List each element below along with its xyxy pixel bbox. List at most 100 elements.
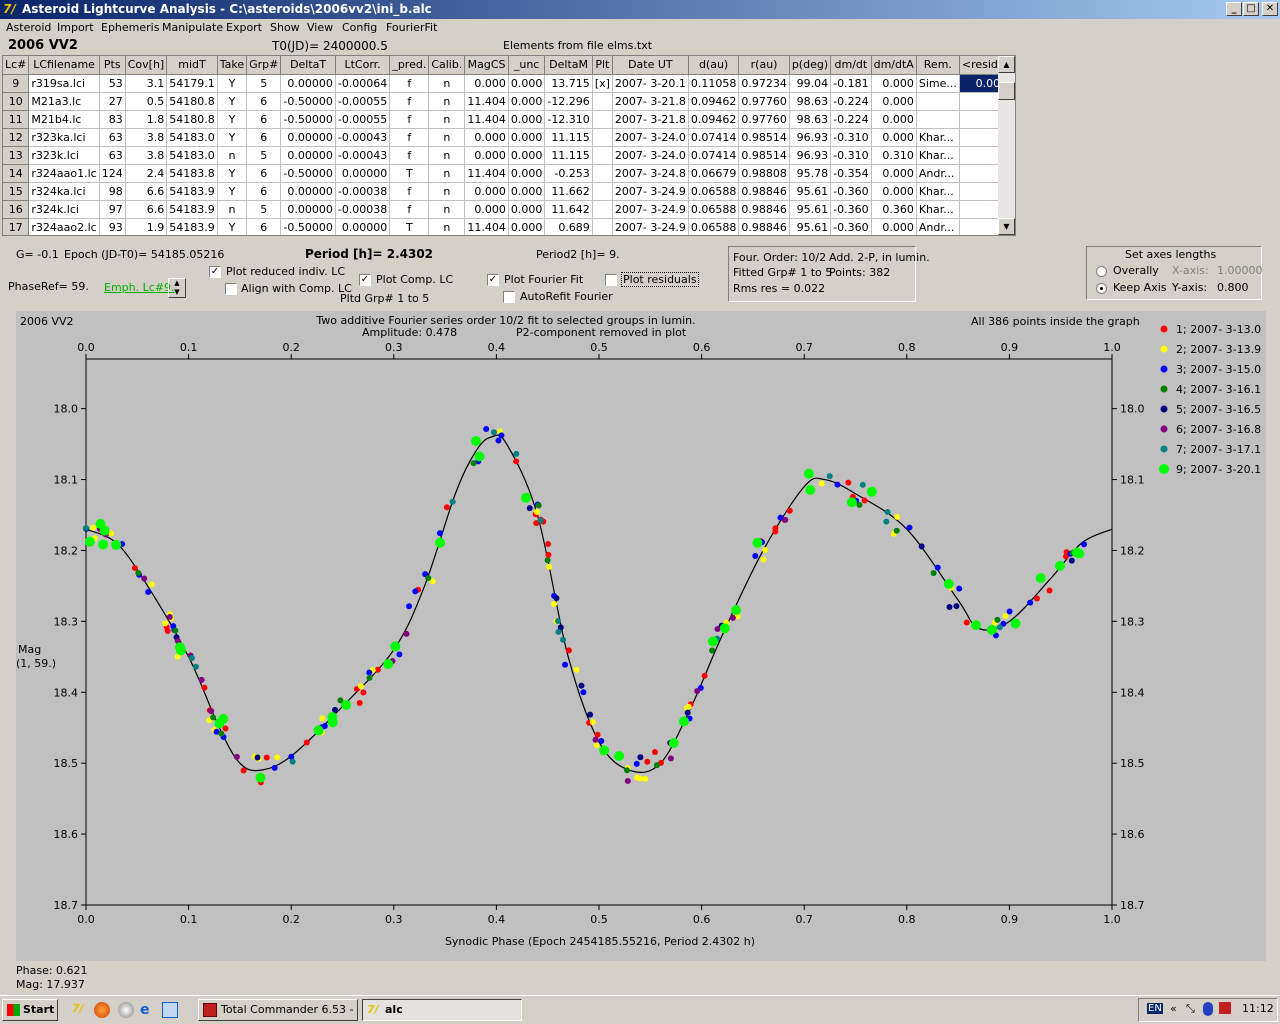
table-cell[interactable]: 54183.9 [166, 200, 218, 219]
table-cell[interactable]: r324k.lci [28, 200, 100, 219]
table-cell[interactable]: -0.00064 [335, 74, 391, 93]
table-cell[interactable]: 11.642 [544, 200, 593, 219]
taskbar-alc[interactable]: 7/ alc [362, 999, 522, 1021]
table-row[interactable]: 13 r323k.lci 63 3.8 54183.0 n 5 0.00000 -0.00043… [3, 146, 1015, 165]
table-cell[interactable] [592, 128, 613, 147]
table-cell[interactable]: r324ka.lci [28, 182, 100, 201]
table-cell[interactable]: 96.93 [789, 128, 832, 147]
table-cell[interactable]: 27 [99, 92, 126, 111]
table-cell[interactable] [592, 182, 613, 201]
column-header[interactable]: dm/dt [830, 56, 872, 75]
table-cell[interactable]: 11.404 [464, 218, 509, 235]
table-cell[interactable]: f [389, 92, 430, 111]
table-cell[interactable] [592, 164, 613, 183]
table-cell[interactable]: Khar... [916, 200, 960, 219]
menu-import[interactable]: Import [57, 21, 94, 34]
table-cell[interactable]: M21a3.lc [28, 92, 100, 111]
table-row[interactable]: 11 M21b4.lc 83 1.8 54180.8 Y 6 -0.50000 -0.00055… [3, 110, 1015, 129]
table-cell[interactable]: 11.115 [544, 146, 593, 165]
column-header[interactable]: _pred. [389, 56, 430, 75]
table-cell[interactable]: 0.00000 [335, 218, 391, 235]
table-cell[interactable]: 0.5 [125, 92, 168, 111]
column-header[interactable]: Calib. [428, 56, 466, 75]
column-header[interactable]: Plt [592, 56, 613, 75]
table-cell[interactable]: Sime... [916, 74, 960, 93]
table-cell[interactable]: 0.000 [871, 182, 917, 201]
table-cell[interactable]: 0.00000 [280, 74, 336, 93]
table-cell[interactable]: 6 [246, 128, 282, 147]
table-cell[interactable]: r319sa.lci [28, 74, 100, 93]
table-cell[interactable]: f [389, 182, 430, 201]
table-cell[interactable]: -0.50000 [280, 92, 336, 111]
align-checkbox[interactable] [225, 283, 237, 295]
table-cell[interactable]: Khar... [916, 128, 960, 147]
menu-fourierfit[interactable]: FourierFit [386, 21, 437, 34]
table-scrollbar[interactable]: ▲ ▼ [998, 56, 1015, 235]
column-header[interactable]: Pts [99, 56, 126, 75]
keep-axis-radio[interactable] [1096, 283, 1107, 294]
table-cell[interactable]: 54183.0 [166, 146, 218, 165]
table-cell[interactable] [592, 200, 613, 219]
table-cell[interactable]: 95.61 [789, 182, 832, 201]
table-cell[interactable]: 0.000 [508, 128, 546, 147]
table-cell[interactable] [592, 146, 613, 165]
taskbar-total-commander[interactable]: Total Commander 6.53 - ... [198, 999, 358, 1021]
column-header[interactable]: LtCorr. [335, 56, 391, 75]
menu-config[interactable]: Config [342, 21, 377, 34]
table-cell[interactable]: r323k.lci [28, 146, 100, 165]
menu-manipulate[interactable]: Manipulate [162, 21, 223, 34]
antivirus-icon[interactable] [1219, 1002, 1231, 1014]
table-cell[interactable]: -0.310 [830, 128, 872, 147]
table-cell[interactable]: 0.000 [508, 92, 546, 111]
table-cell[interactable] [592, 218, 613, 235]
emph-spinner[interactable]: ▲ ▼ [168, 278, 186, 298]
table-cell[interactable]: -0.00055 [335, 110, 391, 129]
table-cell[interactable]: 3.8 [125, 146, 168, 165]
table-row[interactable]: 12 r323ka.lci 63 3.8 54183.0 Y 6 0.00000 -0.0004… [3, 128, 1015, 147]
table-cell[interactable]: Y [217, 74, 248, 93]
table-cell[interactable]: 0.000 [464, 146, 509, 165]
table-cell[interactable]: -12.296 [544, 92, 593, 111]
table-cell[interactable] [592, 92, 613, 111]
table-cell[interactable]: 5 [246, 74, 282, 93]
table-cell[interactable]: -0.360 [830, 200, 872, 219]
table-cell[interactable]: Andr... [916, 218, 960, 235]
column-header[interactable]: DeltaT [280, 56, 336, 75]
table-cell[interactable]: 0.000 [508, 74, 546, 93]
table-cell[interactable]: 54183.9 [166, 218, 218, 235]
table-row[interactable]: 17 r324aao2.lc 93 1.9 54183.9 Y 6 -0.50000 0.000… [3, 218, 1015, 235]
table-cell[interactable]: 2007- 3-24.9 [612, 218, 689, 235]
table-cell[interactable]: -0.00055 [335, 92, 391, 111]
alc-quicklaunch-icon[interactable]: 7/ [72, 1002, 84, 1015]
tray-expand-icon[interactable]: « [1170, 1002, 1177, 1015]
table-cell[interactable]: Y [217, 182, 248, 201]
table-cell[interactable]: 0.310 [871, 146, 917, 165]
table-cell[interactable]: -0.181 [830, 74, 872, 93]
table-cell[interactable]: 0.07414 [688, 146, 740, 165]
table-cell[interactable]: 2007- 3-21.8 [612, 110, 689, 129]
table-cell[interactable]: 1.9 [125, 218, 168, 235]
table-cell[interactable]: 11.404 [464, 110, 509, 129]
row-header[interactable]: 17 [3, 218, 30, 235]
column-header[interactable]: Take [217, 56, 248, 75]
column-header[interactable]: DeltaM [544, 56, 593, 75]
table-cell[interactable]: -0.50000 [280, 110, 336, 129]
table-row[interactable]: 15 r324ka.lci 98 6.6 54183.9 Y 6 0.00000 -0.0003… [3, 182, 1015, 201]
table-cell[interactable]: 0.98514 [738, 146, 790, 165]
table-cell[interactable]: n [428, 92, 466, 111]
lightcurve-table[interactable]: Lc# LCfilename Pts Cov[h] midT Take Grp# DeltaT… [2, 55, 1016, 236]
table-cell[interactable]: -0.224 [830, 110, 872, 129]
table-cell[interactable]: 3.1 [125, 74, 168, 93]
table-cell[interactable]: 0.00000 [335, 164, 391, 183]
table-cell[interactable]: 98.63 [789, 110, 832, 129]
autorefit-checkbox[interactable] [503, 291, 515, 303]
menu-ephemeris[interactable]: Ephemeris [101, 21, 159, 34]
overall-radio[interactable] [1096, 266, 1107, 277]
table-cell[interactable]: 0.000 [871, 92, 917, 111]
table-cell[interactable]: M21b4.lc [28, 110, 100, 129]
table-cell[interactable]: Andr... [916, 164, 960, 183]
table-cell[interactable]: 0.09462 [688, 110, 740, 129]
table-cell[interactable]: 0.000 [464, 182, 509, 201]
y-axis-value[interactable]: 0.800 [1217, 281, 1249, 294]
table-cell[interactable]: 95.61 [789, 200, 832, 219]
